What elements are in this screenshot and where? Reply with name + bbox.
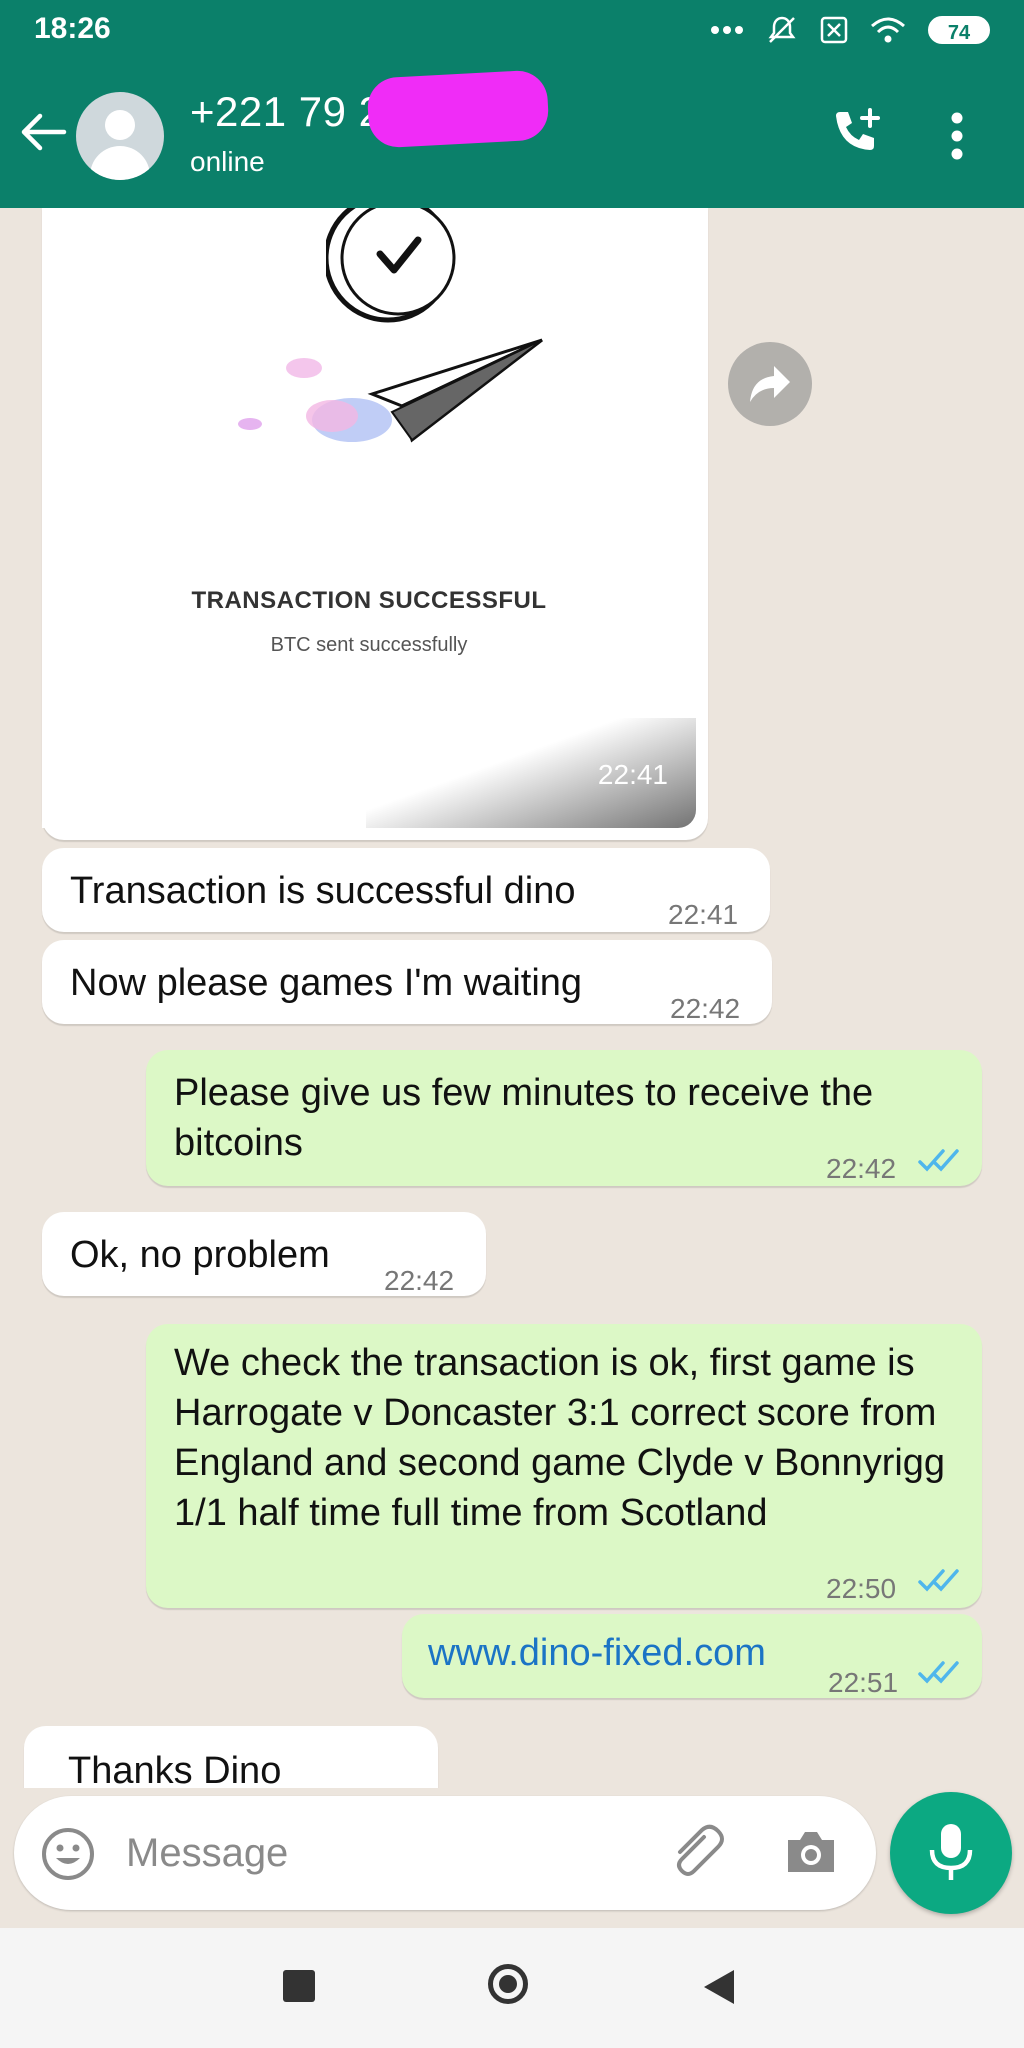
recents-button[interactable] (283, 1970, 315, 2002)
mute-bell-icon (768, 16, 796, 43)
no-sim-icon (820, 16, 848, 44)
battery-icon: 74 (928, 16, 990, 44)
forward-icon (750, 366, 790, 402)
message-time: 22:51 (828, 1667, 899, 1698)
menu-dots-icon[interactable] (950, 112, 964, 160)
forward-button[interactable] (728, 342, 812, 426)
outgoing-message[interactable]: We check the transaction is ok, first ga… (146, 1324, 982, 1608)
avatar-head-shape (105, 110, 135, 140)
message-input[interactable] (124, 1820, 648, 1886)
check-circle-icon (326, 208, 456, 323)
incoming-message[interactable]: Thanks Dino 22:52 (24, 1726, 438, 1788)
incoming-message[interactable]: Transaction is successful dino 22:41 (42, 848, 770, 932)
image-message[interactable]: TRANSACTION SUCCESSFUL BTC sent successf… (42, 208, 708, 840)
incoming-message[interactable]: Now please games I'm waiting 22:42 (42, 940, 772, 1024)
message-text: Ok, no problem (70, 1234, 330, 1276)
status-time: 18:26 (34, 12, 111, 45)
mic-icon (929, 1824, 973, 1880)
message-time: 22:52 (336, 1774, 406, 1788)
message-time: 22:42 (384, 1265, 455, 1296)
read-ticks-icon (918, 1569, 959, 1592)
message-text: Thanks Dino (68, 1750, 282, 1788)
redaction-mark (366, 69, 550, 149)
message-time: 22:42 (826, 1153, 897, 1184)
success-title: TRANSACTION SUCCESSFUL (191, 587, 547, 614)
status-icons: 74 (710, 14, 990, 46)
chat-area[interactable]: TRANSACTION SUCCESSFUL BTC sent successf… (0, 208, 1024, 1788)
more-status-icon (711, 26, 743, 34)
outgoing-message[interactable]: www.dino-fixed.com 22:51 (402, 1614, 982, 1698)
home-button[interactable] (488, 1964, 528, 2004)
message-text: We check the transaction is ok, first ga… (174, 1342, 946, 1534)
attach-icon[interactable] (668, 1824, 728, 1880)
message-text: Transaction is successful dino (70, 870, 576, 912)
camera-icon[interactable] (784, 1828, 838, 1876)
message-text: Now please games I'm waiting (70, 962, 583, 1004)
back-arrow-icon[interactable] (18, 112, 68, 152)
app-header: 18:26 74 +221 79 22 online (0, 0, 1024, 208)
contact-status: online (190, 146, 265, 177)
back-button[interactable] (704, 1970, 734, 2004)
success-subtitle: BTC sent successfully (270, 634, 468, 656)
read-ticks-icon (918, 1661, 959, 1684)
message-time: 22:41 (668, 899, 739, 930)
read-ticks-icon (918, 1149, 959, 1172)
wifi-icon (871, 17, 905, 43)
message-time: 22:42 (670, 993, 741, 1024)
paper-plane-icon (238, 338, 543, 443)
message-link[interactable]: www.dino-fixed.com (428, 1628, 766, 1678)
emoji-icon[interactable] (40, 1826, 96, 1882)
navigation-bar (0, 1928, 1024, 2048)
avatar-body-shape (90, 146, 150, 180)
avatar[interactable] (76, 92, 164, 180)
incoming-message[interactable]: Ok, no problem 22:42 (42, 1212, 486, 1296)
message-composer (14, 1796, 876, 1910)
transaction-screenshot[interactable]: TRANSACTION SUCCESSFUL BTC sent successf… (42, 208, 696, 828)
message-time: 22:50 (826, 1573, 897, 1604)
outgoing-message[interactable]: Please give us few minutes to receive th… (146, 1050, 982, 1186)
mic-button[interactable] (890, 1792, 1012, 1914)
add-call-icon[interactable] (830, 106, 884, 160)
message-time: 22:41 (597, 759, 668, 790)
